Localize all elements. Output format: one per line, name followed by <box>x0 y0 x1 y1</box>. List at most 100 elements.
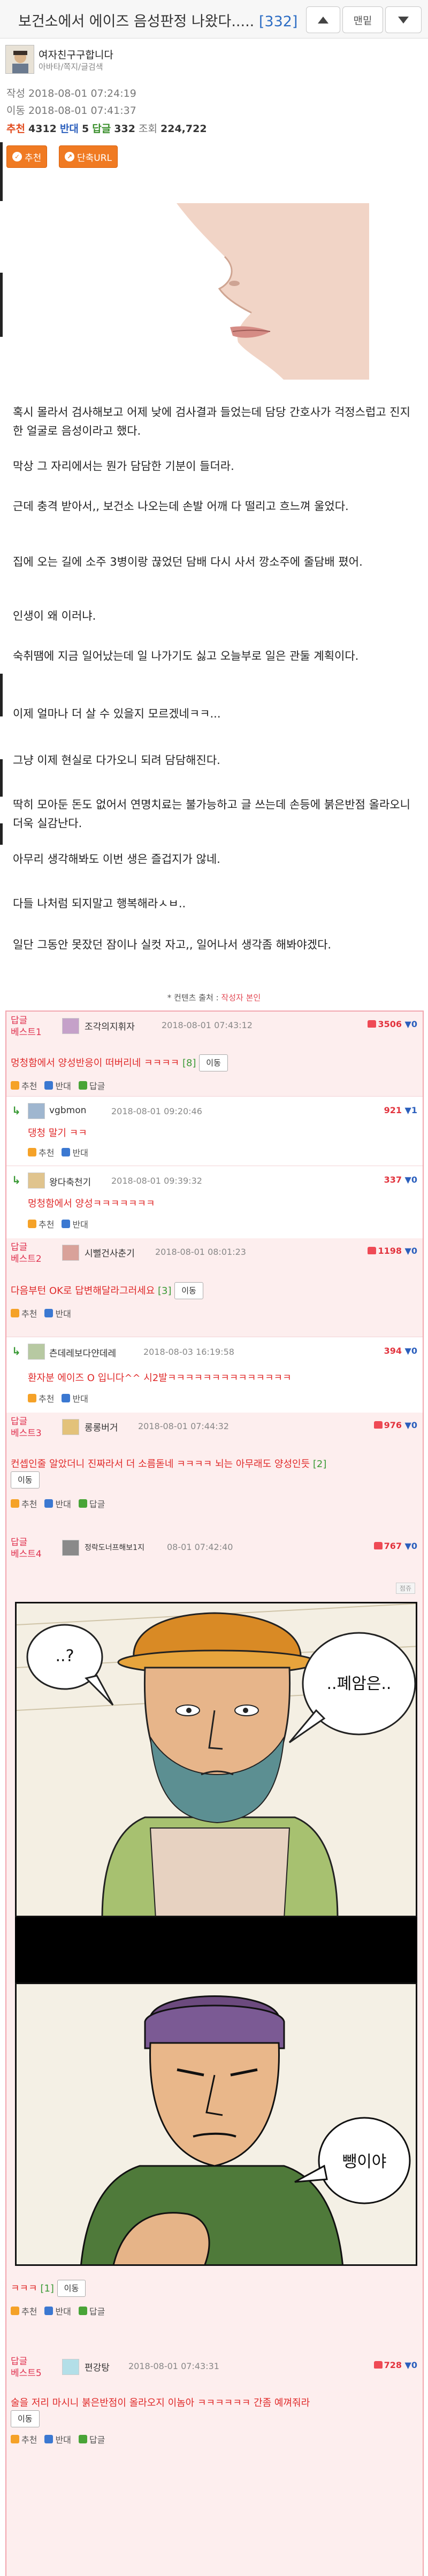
recommend-button[interactable]: 추천 <box>28 1392 54 1405</box>
avatar[interactable] <box>62 1540 79 1556</box>
short-url-button[interactable]: ↗ 단축URL <box>59 145 118 168</box>
scroll-bottom-button[interactable]: 맨밑 <box>342 6 383 33</box>
comic-divider <box>15 1917 417 1983</box>
commenter-name[interactable]: 츤데레보다얀데레 <box>49 1346 116 1359</box>
commenter-name[interactable]: 롱롱버거 <box>85 1420 118 1433</box>
scroll-up-button[interactable] <box>306 6 340 33</box>
comment-score: 1198 ▼0 <box>368 1246 417 1256</box>
commenter-name[interactable]: 편강탕 <box>85 2360 110 2373</box>
move-button[interactable]: 이동 <box>174 1282 203 1299</box>
best-badge: 답글 베스트2 <box>11 1242 42 1264</box>
author-name[interactable]: 여자친구구합니다 <box>39 47 113 61</box>
reply-icon <box>78 2307 87 2315</box>
post-paragraph: 이제 얼마나 더 살 수 있을지 모르겠네ㅋㅋ... <box>13 707 221 720</box>
plus-icon <box>11 2307 19 2315</box>
recommend-button[interactable]: ✓ 추천 <box>6 145 48 168</box>
comment-text: 컨셉인줄 알았더니 진짜라서 더 소름돋네 ㅋㅋㅋㅋ 뇌는 아무래도 양성인듯 … <box>11 1457 417 1488</box>
minus-icon <box>44 1309 54 1317</box>
minus-icon <box>44 2435 54 2443</box>
avatar[interactable] <box>28 1173 45 1189</box>
best-badge: 답글 베스트1 <box>11 1015 42 1038</box>
move-button[interactable]: 이동 <box>11 1471 40 1488</box>
comment-actions: 추천 반대 <box>11 1307 71 1320</box>
plus-icon <box>11 2435 19 2443</box>
move-button[interactable]: 이동 <box>199 1054 228 1071</box>
reply-icon <box>78 2435 87 2443</box>
left-edge-bar <box>0 273 3 337</box>
recommend-button[interactable]: 추천 <box>11 2433 37 2446</box>
reply-button[interactable]: 답글 <box>78 2433 105 2446</box>
oppose-button[interactable]: 반대 <box>44 1497 71 1510</box>
arrow-down-icon <box>398 16 409 24</box>
avatar[interactable] <box>62 1245 79 1261</box>
reply-button[interactable]: 답글 <box>78 1079 105 1092</box>
commenter-name[interactable]: 정락도너프해보1지 <box>85 1542 144 1553</box>
commenter-name[interactable]: vgbmon <box>49 1105 86 1116</box>
plus-icon <box>11 1081 19 1090</box>
oppose-button[interactable]: 반대 <box>62 1146 88 1159</box>
minus-icon <box>62 1148 71 1156</box>
recommend-icon: ✓ <box>12 152 22 161</box>
left-edge-bar <box>0 759 3 797</box>
commenter-name[interactable]: 시뻘건사춘기 <box>85 1246 135 1259</box>
comment-score: 767 ▼0 <box>373 1541 417 1551</box>
comment-text: 술을 저리 마시니 붉은반점이 올라오지 이놈아 ㅋㅋㅋㅋㅋㅋ 간좀 예껴줘라 이… <box>11 2396 417 2427</box>
post-paragraph: 인생이 왜 이러냐. <box>13 610 96 622</box>
minus-icon <box>62 1220 71 1228</box>
comment-actions: 추천 반대 답글 <box>11 1079 105 1092</box>
avatar[interactable] <box>62 1419 79 1435</box>
oppose-button[interactable]: 반대 <box>44 1307 71 1320</box>
thumb-up-icon <box>373 1421 383 1429</box>
comment-date: 2018-08-03 16:19:58 <box>143 1347 234 1357</box>
commenter-name[interactable]: 조각의지휘자 <box>85 1019 135 1032</box>
commenter-name[interactable]: 왕다축천기 <box>49 1175 91 1188</box>
best-comment: 답글 베스트3 롱롱버거 2018-08-01 07:44:32 976 ▼0 … <box>6 1413 423 1533</box>
oppose-button[interactable]: 반대 <box>44 2304 71 2317</box>
recommend-button[interactable]: 추천 <box>11 1497 37 1510</box>
avatar[interactable] <box>62 2359 79 2375</box>
article-image-nose <box>144 203 369 380</box>
post-paragraph: 아무리 생각해봐도 이번 생은 즐겁지가 않네. <box>13 853 220 866</box>
move-button[interactable]: 이동 <box>11 2410 40 2427</box>
plus-icon <box>28 1394 36 1402</box>
content-source: * 컨텐츠 출처 : 작성자 본인 <box>167 993 261 1002</box>
reply-button[interactable]: 답글 <box>78 1497 105 1510</box>
avatar[interactable] <box>28 1103 45 1119</box>
speech-text: ..폐암은.. <box>327 1675 392 1693</box>
thumb-up-icon <box>373 1542 383 1549</box>
thumb-up-icon <box>368 1247 377 1254</box>
avatar[interactable] <box>28 1344 45 1360</box>
oppose-button[interactable]: 반대 <box>62 1392 88 1405</box>
oppose-button[interactable]: 반대 <box>44 1079 71 1092</box>
scroll-down-button[interactable] <box>385 6 422 33</box>
reply-arrow-icon: ↳ <box>12 1345 21 1358</box>
avatar[interactable] <box>62 1018 79 1034</box>
author-links[interactable]: 아바타/쪽지/글검색 <box>39 61 103 72</box>
best-comment: 답글 베스트4 정락도너프해보1지 08-01 07:42:40 767 ▼0 … <box>6 1533 423 2353</box>
reply-icon <box>78 1499 87 1508</box>
move-button[interactable]: 이동 <box>57 2280 86 2297</box>
reply-button[interactable]: 답글 <box>78 2304 105 2317</box>
recommend-button[interactable]: 추천 <box>11 1307 37 1320</box>
recommend-button[interactable]: 추천 <box>11 1079 37 1092</box>
post-paragraph: 숙취땜에 지금 일어났는데 일 나가기도 싫고 오늘부로 일은 관둘 계획이다. <box>13 650 359 662</box>
thumb-up-icon <box>368 1020 377 1028</box>
plus-icon <box>11 1309 19 1317</box>
minus-icon <box>62 1394 71 1402</box>
oppose-button[interactable]: 반대 <box>44 2433 71 2446</box>
reply-arrow-icon: ↳ <box>12 1104 21 1117</box>
recommend-button[interactable]: 추천 <box>28 1146 54 1159</box>
report-button[interactable]: 점쥬 <box>395 1583 415 1594</box>
reply-arrow-icon: ↳ <box>12 1174 21 1186</box>
comment-score: 976 ▼0 <box>373 1420 417 1430</box>
minus-icon <box>44 1081 54 1090</box>
comment-date: 08-01 07:42:40 <box>167 1542 233 1552</box>
recommend-button[interactable]: 추천 <box>28 1217 54 1230</box>
avatar[interactable] <box>5 45 34 74</box>
recommend-button[interactable]: 추천 <box>11 2304 37 2317</box>
best-badge: 답글 베스트5 <box>11 2356 42 2379</box>
speech-text: 뺑이야 <box>342 2153 387 2171</box>
comment-date: 2018-08-01 09:39:32 <box>111 1176 202 1186</box>
oppose-button[interactable]: 반대 <box>62 1217 88 1230</box>
comment-section: 답글 베스트1 조각의지휘자 2018-08-01 07:43:12 3506 … <box>5 1011 424 2576</box>
